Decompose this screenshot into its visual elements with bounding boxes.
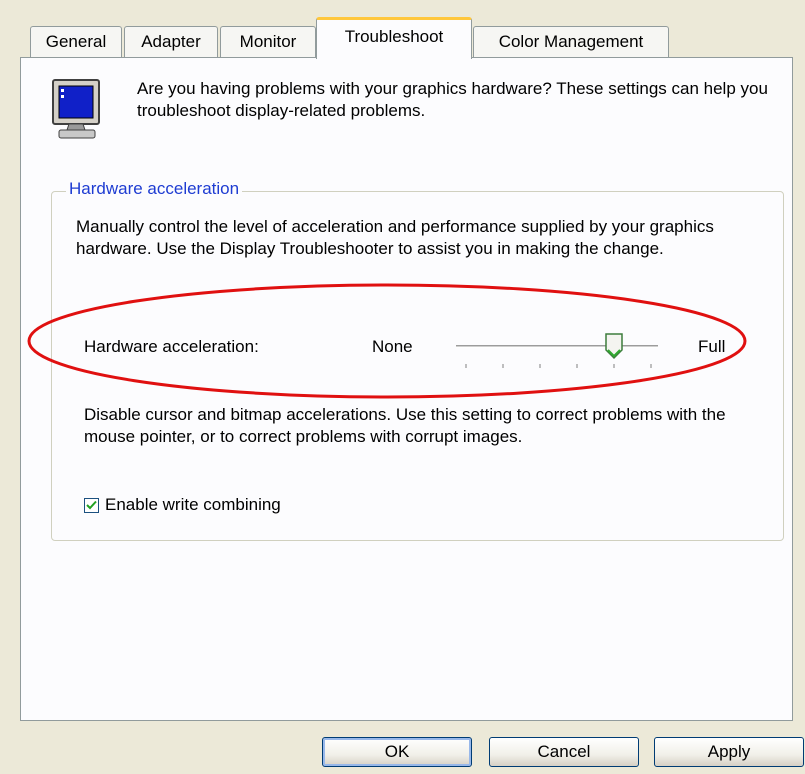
write-combining-label[interactable]: Enable write combining [105, 495, 281, 515]
tab-panel: Are you having problems with your graphi… [20, 57, 793, 721]
checkmark-icon [86, 500, 97, 509]
hardware-acceleration-group: Hardware acceleration Manually control t… [51, 179, 784, 541]
tab-troubleshoot[interactable]: Troubleshoot [316, 17, 472, 59]
slider-thumb-icon [605, 333, 623, 360]
acceleration-description: Manually control the level of accelerati… [76, 217, 714, 258]
cancel-button[interactable]: Cancel [489, 737, 639, 767]
intro-text: Are you having problems with your graphi… [137, 79, 768, 120]
apply-button[interactable]: Apply [654, 737, 804, 767]
write-combining-checkbox[interactable] [84, 497, 99, 513]
tab-adapter[interactable]: Adapter [124, 26, 218, 58]
tab-color-management[interactable]: Color Management [473, 26, 669, 58]
tab-general[interactable]: General [30, 26, 122, 58]
tab-monitor[interactable]: Monitor [220, 26, 316, 58]
disable-accelerations-description: Disable cursor and bitmap accelerations.… [84, 405, 726, 446]
write-combining-row[interactable]: Enable write combining [84, 495, 281, 515]
ok-button[interactable]: OK [322, 737, 472, 767]
monitor-icon [51, 78, 107, 147]
slider-label: Hardware acceleration: [84, 337, 259, 356]
slider-min-label: None [372, 337, 413, 356]
acceleration-slider[interactable] [452, 332, 662, 372]
slider-max-label: Full [698, 337, 726, 356]
group-title: Hardware acceleration [66, 179, 243, 199]
